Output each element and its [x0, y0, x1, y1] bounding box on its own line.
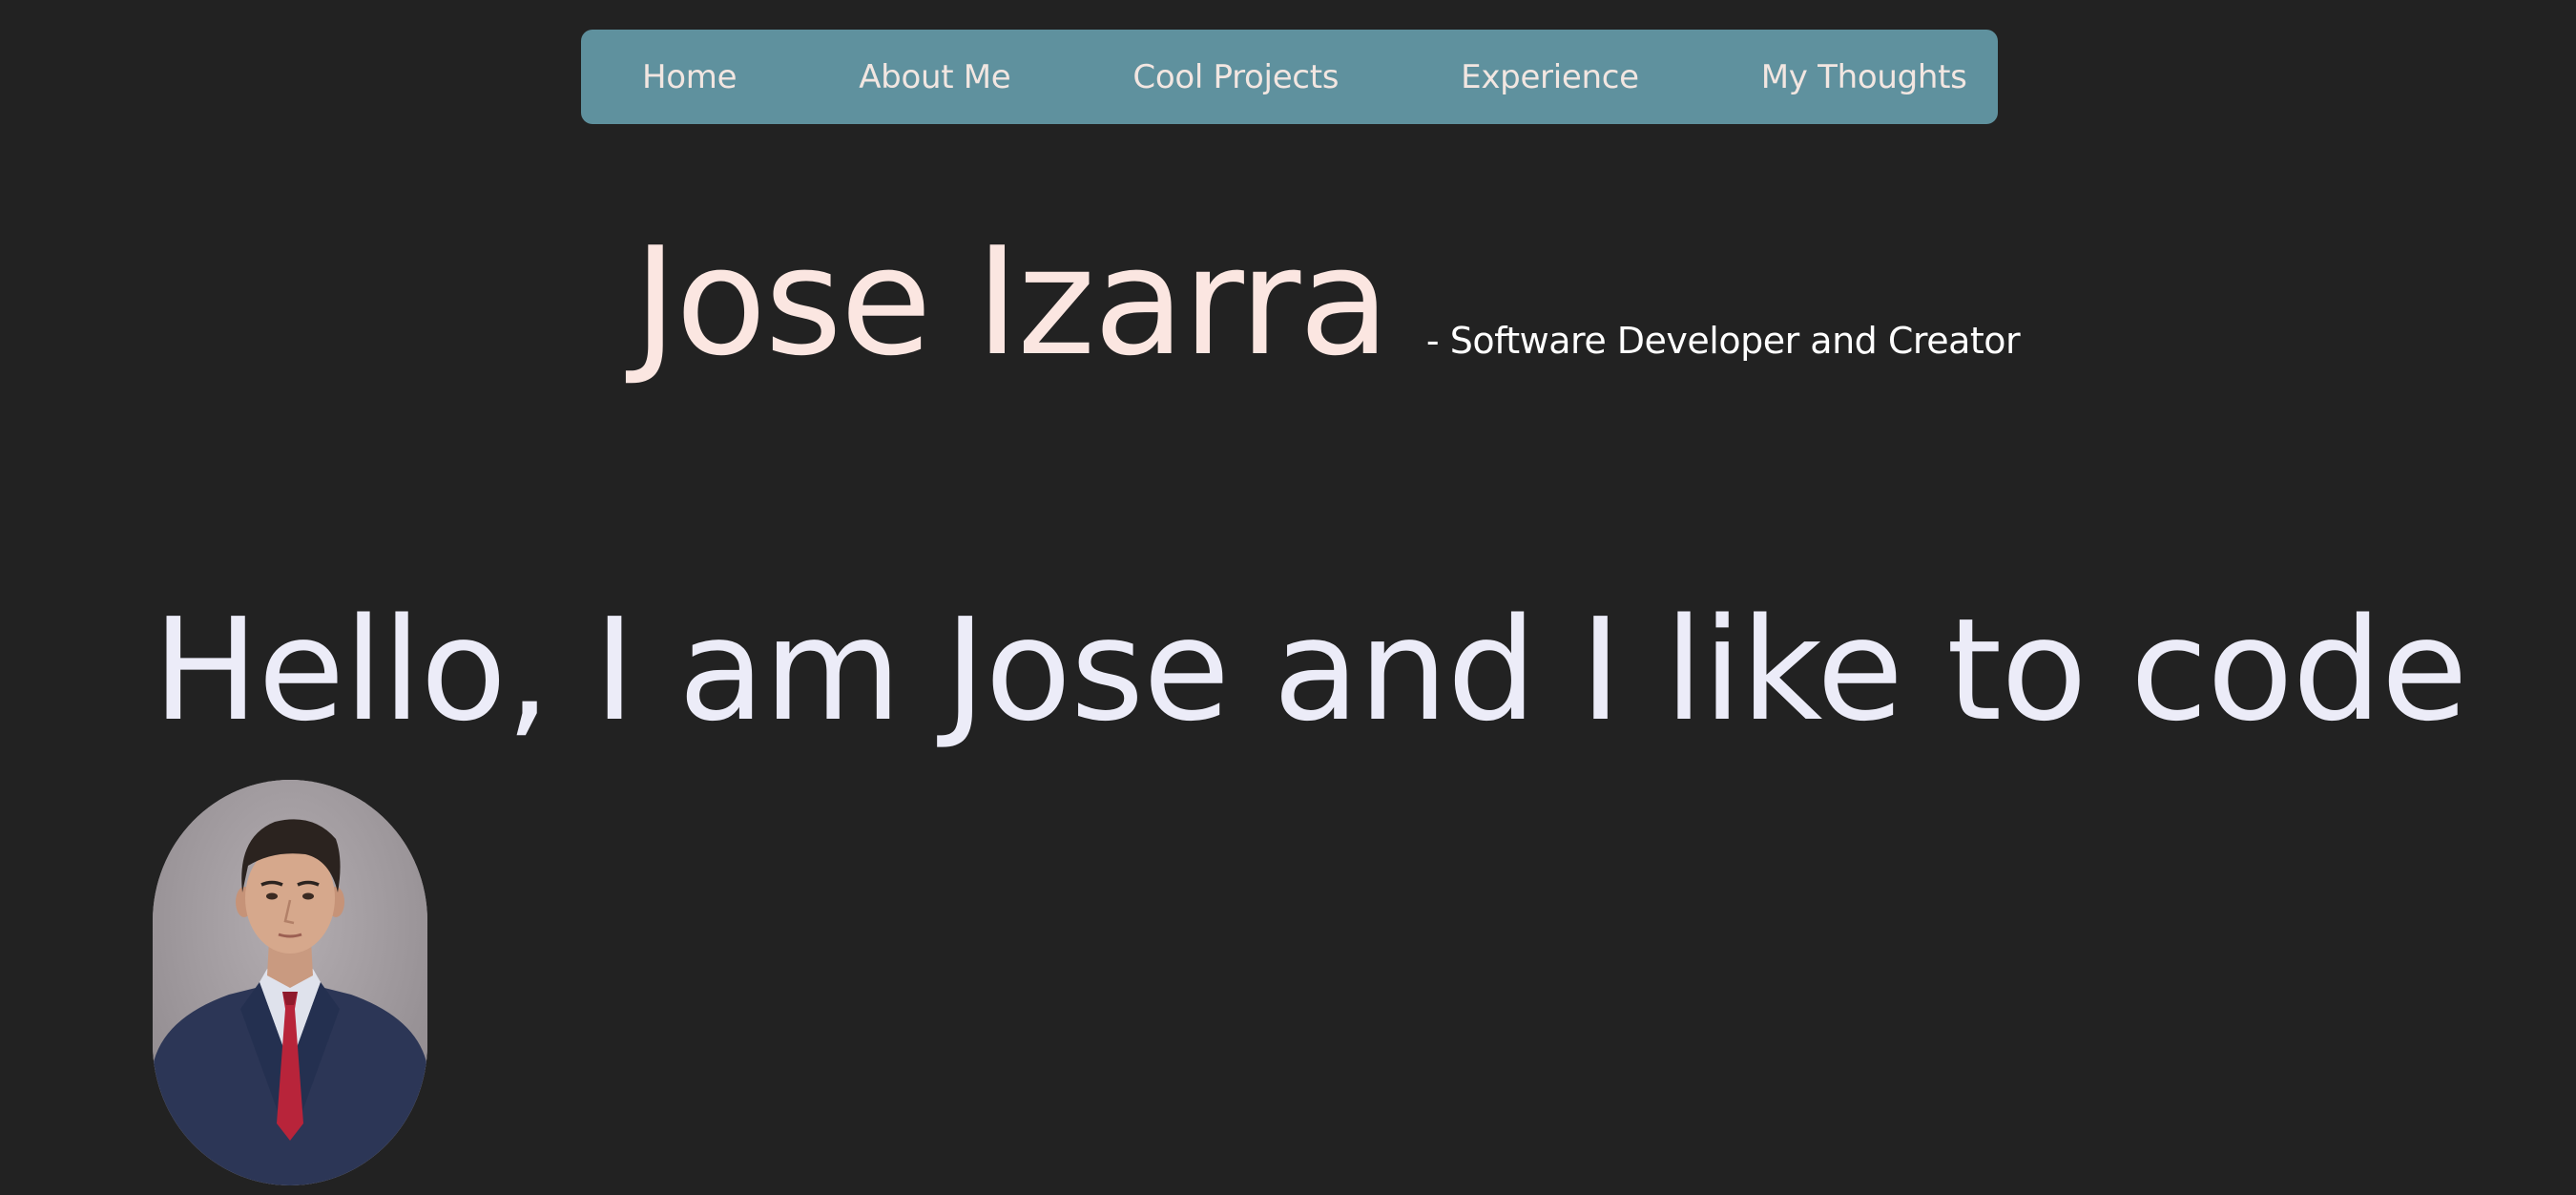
page-header: Jose Izarra - Software Developer and Cre… [634, 215, 2021, 388]
main-navigation: Home About Me Cool Projects Experience M… [581, 30, 1998, 124]
nav-cool-projects[interactable]: Cool Projects [1132, 58, 1339, 96]
page-subtitle: - Software Developer and Creator [1425, 320, 2021, 362]
nav-experience[interactable]: Experience [1461, 58, 1639, 96]
nav-my-thoughts[interactable]: My Thoughts [1761, 58, 1967, 96]
nav-about-me[interactable]: About Me [859, 58, 1010, 96]
person-portrait-icon [153, 780, 427, 1185]
page-title: Jose Izarra [634, 215, 1390, 388]
profile-photo [153, 780, 427, 1185]
page: Home About Me Cool Projects Experience M… [0, 0, 2576, 1195]
nav-home[interactable]: Home [642, 58, 737, 96]
hero-greeting: Hello, I am Jose and I like to code [153, 588, 2468, 752]
